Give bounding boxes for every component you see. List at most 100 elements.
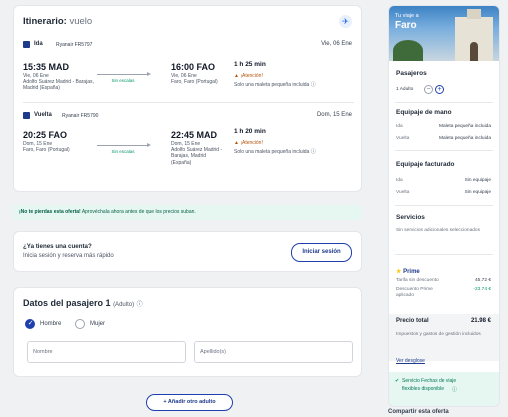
vuelta-baggage-note: Solo una maleta pequeña incluida ⓘ [234,148,316,155]
add-adult-button[interactable]: + Añadir otro adulto [146,394,233,411]
service-line2: flexibles disponible [402,386,444,392]
warning-icon: ▲ [234,73,239,79]
destination-image: Tu viaje a Faro [389,6,499,61]
promo-bold: ¡No te pierdas esta oferta! [19,209,81,215]
vuelta-carrier: Ryanair FR5790 [62,113,99,119]
church-illustration [455,9,493,61]
vuelta-warning: ▲ ¡Atención! [234,140,263,146]
ida-label: Ida [34,41,43,47]
sidebar-divider [395,102,493,103]
hand-luggage-heading: Equipaje de mano [396,109,452,116]
name-placeholder: Nombre [33,349,53,355]
hand-ida-value: Maleta pequeña incluida [438,124,491,129]
ida-baggage-text: Solo una maleta pequeña incluida [234,82,310,88]
trip-summary-sidebar: Tu viaje a Faro Pasajeros 1 Adulto − + E… [388,5,500,407]
total-label: Precio total [396,318,429,324]
checked-ida-label: Ida [396,178,403,183]
ida-flight-icon [23,41,30,48]
discount-value: -23.74 € [473,287,491,292]
passengers-value: 1 Adulto [396,87,414,92]
ida-carrier: Ryanair FR5797 [56,42,93,48]
ida-stops: Sin escalas [111,78,135,83]
services-text: Sin servicios adicionales seleccionados [396,228,480,233]
ida-warning: ▲ ¡Atención! [234,73,263,79]
share-offer-link[interactable]: Compartir esta oferta [388,409,449,415]
login-question: ¿Ya tienes una cuenta? [23,243,92,250]
vuelta-stops: Sin escalas [111,149,135,154]
vuelta-date-header: Dom, 15 Ene [316,112,352,118]
itinerary-card: Itinerario: vuelo ✈ Ida Ryanair FR5797 V… [13,5,362,192]
prime-label: ★ Prime [396,268,420,275]
ida-route-line [97,72,151,76]
prime-star-icon: ★ [396,269,402,275]
hand-vuelta-value: Maleta pequeña incluida [438,136,491,141]
vuelta-arrival-time: 22:45 MAD [171,130,218,140]
checked-luggage-heading: Equipaje facturado [396,161,455,168]
surname-placeholder: Apellido(s) [200,349,226,355]
checked-ida-value: Sin equipaje [464,178,491,183]
checked-vuelta-value: Sin equipaje [464,190,491,195]
promo-detail: Aprovéchala ahora antes de que los preci… [81,209,196,215]
ida-warning-text: ¡Atención! [240,73,263,79]
increase-passengers-button[interactable]: + [435,85,444,94]
gender-female-label: Mujer [90,321,106,327]
breakdown-link[interactable]: Ver desglose [396,358,425,364]
gender-female-radio[interactable] [75,319,85,329]
sidebar-divider [395,205,493,206]
vuelta-flight-icon [23,112,30,119]
services-heading: Servicios [396,214,425,221]
service-line1: Servicio Fechas de viaje [402,378,457,384]
sidebar-divider [395,150,493,151]
vuelta-arrival-place: Adolfo Suárez Madrid - Barajas, Madrid (… [171,147,223,166]
passenger-title: Datos del pasajero 1 (Adulto) ⓘ [23,298,143,308]
hero-kicker: Tu viaje a [395,13,419,19]
info-icon[interactable]: ⓘ [311,82,316,88]
fare-value: 45.72 € [474,278,491,283]
ida-departure-time: 15:35 MAD [23,62,70,72]
checked-vuelta-label: Vuelta [396,190,410,195]
gender-male-radio[interactable] [25,319,35,329]
taxes-note: Impuestos y gastos de gestión incluidos [396,332,481,337]
info-icon[interactable]: ⓘ [137,302,143,308]
passenger-type: (Adulto) [113,302,135,308]
promo-banner: ¡No te pierdas esta oferta! Aprovéchala … [13,205,362,220]
plane-icon: ✈ [339,15,352,28]
vuelta-label: Vuelta [34,112,52,118]
ida-departure-place: Adolfo Suárez Madrid - Barajas, Madrid (… [23,79,94,92]
tree-illustration [393,40,423,61]
login-card: ¿Ya tienes una cuenta? Inicia sesión y r… [13,231,362,272]
discount-label: Descuento Prime aplicado [396,287,433,298]
prime-text: Prime [403,269,420,275]
ida-arrival-place: Faro, Faro (Portugal) [171,79,218,85]
vuelta-baggage-text: Solo una maleta pequeña incluida [234,149,310,155]
warning-icon: ▲ [234,140,239,146]
ida-date-header: Vie, 06 Ene [321,41,352,47]
passenger-card: Datos del pasajero 1 (Adulto) ⓘ Hombre M… [13,287,362,377]
segment-divider [23,102,354,103]
hero-city: Faro [395,20,417,31]
check-icon: ✔ [395,378,400,384]
fare-label: Tarifa sin descuento [396,278,439,283]
info-icon[interactable]: ⓘ [311,149,316,155]
ida-duration: 1 h 25 min [234,61,266,68]
passengers-heading: Pasajeros [396,70,427,77]
itinerary-title-label: Itinerario: [23,16,67,27]
itinerary-title: Itinerario: vuelo [23,16,92,27]
ida-arrival-time: 16:00 FAO [171,62,216,72]
vuelta-departure-time: 20:25 FAO [23,130,68,140]
vuelta-warning-text: ¡Atención! [240,140,263,146]
login-button[interactable]: Iniciar sesión [291,243,352,262]
gender-male-label: Hombre [40,321,62,327]
info-icon[interactable]: ⓘ [452,386,457,393]
surname-field[interactable]: Apellido(s) [194,341,353,363]
vuelta-route-line [97,143,151,147]
promo-text: ¡No te pierdas esta oferta! Aprovéchala … [19,209,196,215]
login-subtitle: Inicia sesión y reserva más rápido [23,253,114,259]
ida-baggage-note: Solo una maleta pequeña incluida ⓘ [234,81,316,88]
total-value: 21.98 € [470,318,491,324]
sidebar-divider [395,254,493,255]
decrease-passengers-button[interactable]: − [424,85,433,94]
hand-vuelta-label: Vuelta [396,136,410,141]
passenger-title-text: Datos del pasajero 1 [23,298,111,308]
name-field[interactable]: Nombre [27,341,186,363]
